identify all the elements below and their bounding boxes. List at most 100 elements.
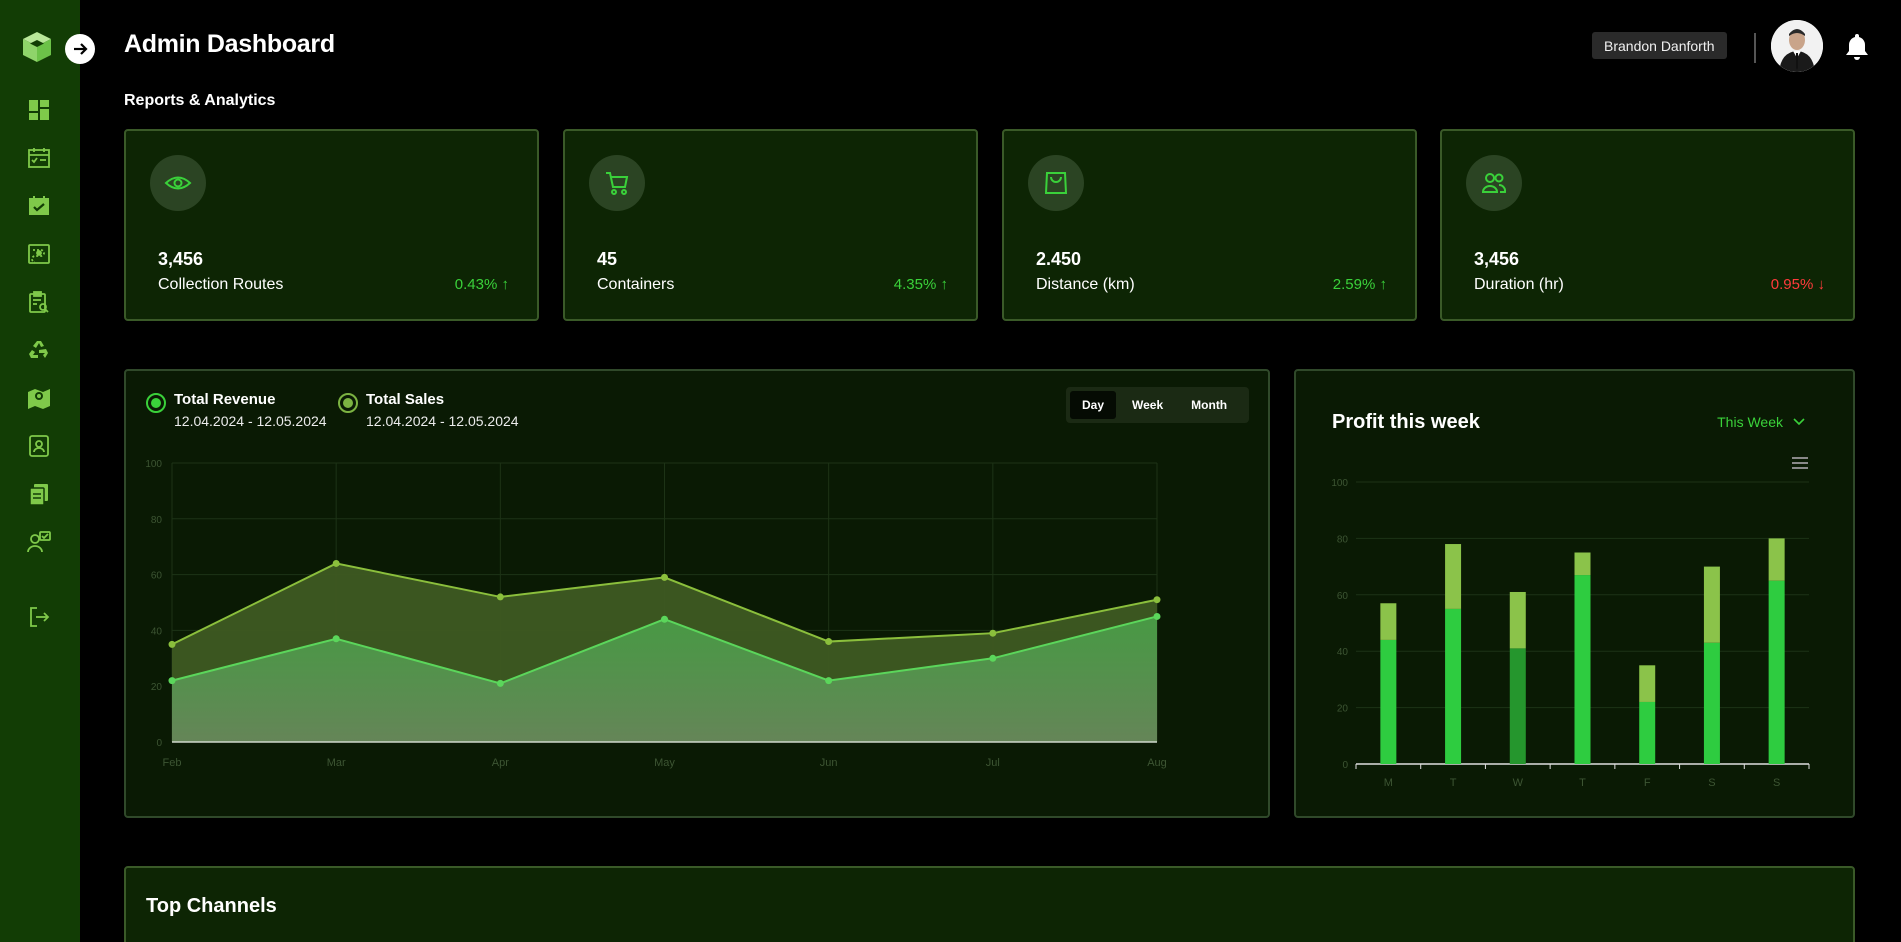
- bar-segment: [1509, 648, 1526, 764]
- stat-card-duration: 3,456 Duration (hr) 0.95% ↓: [1440, 129, 1855, 321]
- map-pin-icon: [28, 389, 50, 409]
- user-name-badge[interactable]: Brandon Danforth: [1592, 32, 1727, 59]
- bag-icon: [1044, 172, 1068, 194]
- stat-label: Containers: [597, 276, 675, 293]
- stat-icon-wrap: [1028, 155, 1084, 211]
- revenue-chart-card: Total Revenue 12.04.2024 - 12.05.2024 To…: [124, 369, 1270, 818]
- logout-icon: [30, 607, 50, 627]
- data-point-total-revenue: [1153, 612, 1161, 620]
- bar-segment: [1703, 642, 1720, 764]
- bar-segment: [1703, 566, 1720, 643]
- data-point-total-revenue: [496, 679, 504, 687]
- y-tick-label: 80: [1337, 534, 1349, 545]
- data-point-total-revenue: [168, 677, 176, 685]
- stat-icon-wrap: [589, 155, 645, 211]
- stat-change: 0.43% ↑: [454, 276, 509, 293]
- notification-bell-icon[interactable]: [1844, 32, 1870, 60]
- bar-segment: [1768, 538, 1785, 581]
- x-tick-label: Jun: [820, 757, 838, 769]
- x-tick-label: S: [1773, 777, 1780, 789]
- data-point-total-revenue: [332, 635, 340, 643]
- stat-value: 2.450: [1036, 249, 1082, 269]
- cart-icon: [606, 172, 629, 195]
- x-tick-label: Mar: [327, 757, 346, 769]
- sidebar-item-reports[interactable]: [26, 289, 52, 315]
- bar-segment: [1380, 639, 1397, 764]
- stat-icon-wrap: [1466, 155, 1522, 211]
- data-point-total-sales: [168, 640, 176, 648]
- x-tick-label: Jul: [986, 757, 1000, 769]
- logout-button[interactable]: [26, 604, 52, 630]
- stat-value: 45: [597, 249, 618, 269]
- avatar[interactable]: [1771, 20, 1823, 72]
- y-tick-label: 60: [151, 571, 163, 582]
- bar-segment: [1445, 544, 1462, 609]
- data-point-total-sales: [661, 573, 668, 581]
- sidebar-item-contacts[interactable]: [26, 433, 52, 459]
- y-tick-label: 60: [1337, 591, 1349, 602]
- data-point-total-sales: [1153, 596, 1161, 604]
- stat-change: 2.59% ↑: [1332, 276, 1387, 293]
- sidebar-item-documents[interactable]: [26, 481, 52, 507]
- bar-segment: [1445, 608, 1462, 764]
- y-tick-label: 100: [145, 459, 162, 470]
- header-divider: [1754, 33, 1756, 63]
- users-icon: [1481, 173, 1507, 193]
- sidebar-item-dashboard[interactable]: [26, 97, 52, 123]
- data-point-total-sales: [332, 559, 340, 567]
- data-point-total-revenue: [661, 615, 668, 623]
- x-tick-label: M: [1384, 777, 1393, 789]
- sidebar-item-routes[interactable]: [26, 241, 52, 267]
- y-tick-label: 20: [151, 682, 163, 693]
- contact-card-icon: [29, 435, 49, 457]
- profit-bar-chart: 0 20 40 60 80 100 M T W T F S S: [1331, 478, 1810, 789]
- sidebar-item-support[interactable]: [26, 529, 52, 555]
- stat-change: 0.95% ↓: [1770, 276, 1825, 293]
- data-point-total-sales: [825, 638, 833, 646]
- x-tick-label: Apr: [492, 757, 509, 769]
- revenue-area-chart: 0 20 40 60 80 100 Feb Mar Apr May Jun Jul Aug: [145, 459, 1167, 769]
- x-tick-label: S: [1708, 777, 1715, 789]
- page-title: Admin Dashboard: [124, 30, 335, 58]
- calendar-checklist-icon: [28, 148, 50, 168]
- y-tick-label: 20: [1337, 704, 1349, 715]
- dashboard-icon: [29, 100, 49, 120]
- data-point-total-revenue: [989, 654, 997, 662]
- data-point-total-sales: [989, 629, 997, 637]
- y-tick-label: 80: [151, 515, 163, 526]
- sidebar-toggle-button[interactable]: [65, 34, 95, 64]
- route-icon: [28, 244, 50, 264]
- x-tick-label: May: [654, 757, 675, 769]
- stat-card-collection-routes: 3,456 Collection Routes 0.43% ↑: [124, 129, 539, 321]
- clipboard-search-icon: [29, 291, 49, 313]
- support-user-icon: [27, 531, 51, 553]
- stat-icon-wrap: [150, 155, 206, 211]
- bar-segment: [1768, 580, 1785, 764]
- documents-icon: [29, 484, 48, 506]
- bar-segment: [1380, 603, 1397, 640]
- bar-segment: [1574, 552, 1591, 576]
- sidebar: [0, 0, 80, 942]
- stat-label: Distance (km): [1036, 276, 1135, 293]
- sidebar-item-calendar[interactable]: [26, 193, 52, 219]
- x-tick-label: Aug: [1147, 757, 1167, 769]
- sidebar-item-map[interactable]: [26, 385, 52, 411]
- y-tick-label: 40: [151, 626, 163, 637]
- x-tick-label: T: [1579, 777, 1586, 789]
- x-tick-label: Feb: [163, 757, 182, 769]
- stat-change: 4.35% ↑: [893, 276, 948, 293]
- stat-card-distance: 2.450 Distance (km) 2.59% ↑: [1002, 129, 1417, 321]
- cube-logo-icon: [23, 32, 51, 62]
- top-channels-card: Top Channels: [124, 866, 1855, 942]
- sidebar-item-recycling[interactable]: [26, 337, 52, 363]
- stat-card-containers: 45 Containers 4.35% ↑: [563, 129, 978, 321]
- bar-segment: [1509, 591, 1526, 649]
- sidebar-item-schedule[interactable]: [26, 145, 52, 171]
- bar-segment: [1639, 665, 1656, 702]
- stat-label: Collection Routes: [158, 276, 284, 293]
- y-tick-label: 100: [1331, 478, 1348, 489]
- arrow-right-icon: [74, 43, 88, 55]
- bar-segment: [1574, 575, 1591, 764]
- stat-value: 3,456: [158, 249, 204, 269]
- y-tick-label: 0: [156, 738, 162, 749]
